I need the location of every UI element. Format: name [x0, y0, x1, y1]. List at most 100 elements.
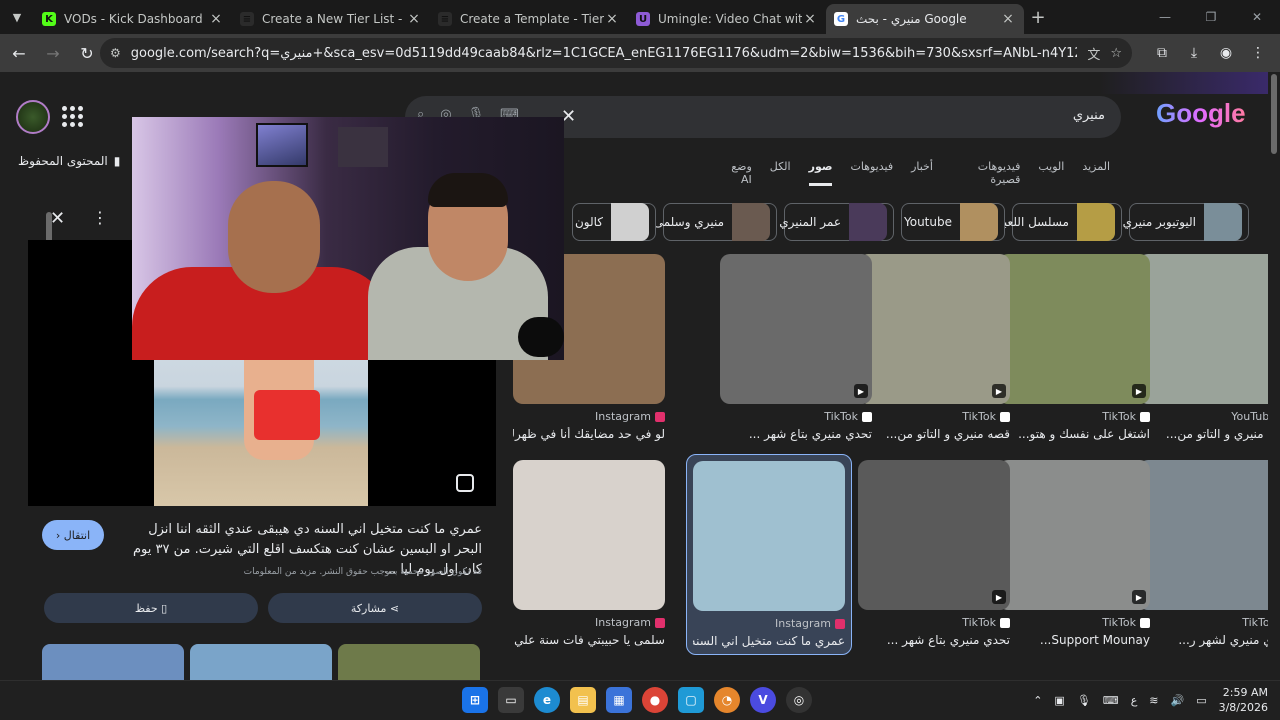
edge-icon[interactable]: e	[534, 687, 560, 713]
result-thumbnail: ▶	[720, 254, 872, 404]
result-thumbnail: ▶	[1138, 460, 1280, 610]
search-type-tabs: وضع AI الكل صور فيديوهات أخبار فيديوهات قصيرة…	[720, 160, 1110, 186]
tab-title: Create a Template - TierMaker	[460, 12, 604, 26]
address-bar[interactable]: ⚙ google.com/search?q=منيري+&sca_esv=0d5…	[100, 38, 1132, 68]
date: 3/8/2026	[1218, 701, 1268, 714]
clock[interactable]: 2:59 AM 3/8/2026	[1219, 685, 1268, 715]
tab-search-button[interactable]: ▼	[0, 0, 34, 34]
tab-close-icon[interactable]: ×	[406, 11, 422, 27]
related-chip[interactable]: عمر المنيري	[779, 203, 894, 241]
keyboard-icon[interactable]: ⌨	[1103, 694, 1119, 707]
source-name: TikTok	[962, 410, 996, 423]
wifi-icon[interactable]: ≋	[1149, 694, 1158, 707]
chip-thumbnail	[849, 203, 887, 241]
related-chip[interactable]: كالون	[572, 203, 656, 241]
related-chip[interactable]: منيري وسلمى	[654, 203, 777, 241]
app-icon[interactable]: ▢	[678, 687, 704, 713]
chrome-icon[interactable]: ●	[642, 687, 668, 713]
related-thumb[interactable]	[42, 644, 184, 680]
vpn-icon[interactable]: V	[750, 687, 776, 713]
translate-icon[interactable]: 文	[1087, 44, 1100, 63]
page-scrollbar[interactable]	[1268, 72, 1280, 680]
tab-close-icon[interactable]: ×	[208, 11, 224, 27]
image-result[interactable]: ▶ TikTok تحدي منيري لشهر ر...	[1138, 460, 1280, 647]
back-icon[interactable]: ←	[4, 38, 34, 68]
image-result[interactable]: Instagram سلمى يا حبيبتي فات سنة علي ...	[513, 460, 665, 647]
image-result[interactable]: ▶ TikTok تحدي منيري بتاع شهر ...	[858, 460, 1010, 647]
browser-tab[interactable]: ≡ Create a Template - TierMaker ×	[430, 4, 628, 34]
store-icon[interactable]: ▦	[606, 687, 632, 713]
download-icon[interactable]: ⤓	[1178, 38, 1210, 68]
menu-icon[interactable]: ⋮	[1242, 38, 1274, 68]
save-button[interactable]: حفظ ▯	[44, 593, 258, 623]
result-source: TikTok	[998, 616, 1150, 629]
chevron-up-icon[interactable]: ⌃	[1033, 694, 1042, 707]
reload-icon[interactable]: ↻	[72, 38, 102, 68]
tab-3[interactable]: فيديوهات	[850, 160, 893, 186]
tab-1[interactable]: الكل	[770, 160, 791, 186]
minimize-icon[interactable]: —	[1142, 0, 1188, 34]
source-icon	[862, 411, 872, 422]
image-result[interactable]: ▶ TikTok تحدي منيري بتاع شهر ...	[720, 254, 872, 441]
close-window-icon[interactable]: ✕	[1234, 0, 1280, 34]
tab-close-icon[interactable]: ×	[604, 11, 620, 27]
battery-icon[interactable]: ▭	[1196, 694, 1206, 707]
visit-button[interactable]: انتقال ‹	[42, 520, 104, 550]
search-input[interactable]: منيري	[1073, 108, 1105, 123]
browser-tab[interactable]: ≡ Create a New Tier List - TierMaker ×	[232, 4, 430, 34]
result-caption: سلمى يا حبيبتي فات سنة علي ...	[513, 633, 665, 647]
tab-close-icon[interactable]: ×	[802, 11, 818, 27]
extensions-icon[interactable]: ⧉	[1146, 38, 1178, 68]
apps-grid-icon[interactable]	[60, 104, 84, 128]
profile-icon[interactable]: ◉	[1210, 38, 1242, 68]
related-chip[interactable]: Youtube	[901, 203, 1005, 241]
copyright-notice[interactable]: قد تكون الصور محمية بموجب حقوق النشر. مز…	[244, 567, 482, 577]
maximize-icon[interactable]: ❐	[1188, 0, 1234, 34]
image-result[interactable]: ▶ YouTube قصه منيري و التاتو من...	[1138, 254, 1280, 441]
tab-6[interactable]: الويب	[1038, 160, 1064, 186]
browser-tab[interactable]: G منيري - بحث Google ×	[826, 4, 1024, 34]
chip-thumbnail	[611, 203, 649, 241]
language-indicator[interactable]: ع	[1131, 694, 1138, 707]
task-view-icon[interactable]: ▭	[498, 687, 524, 713]
tab-7[interactable]: المزيد	[1082, 160, 1110, 186]
time: 2:59 AM	[1222, 686, 1268, 699]
tab-favicon-icon: U	[636, 12, 650, 26]
tab-close-icon[interactable]: ×	[1000, 11, 1016, 27]
play-icon: ▶	[854, 384, 868, 398]
image-result[interactable]: ▶ TikTok اشتغل على نفسك و هتو...	[998, 254, 1150, 441]
tab-2[interactable]: صور	[808, 160, 833, 186]
start-icon[interactable]: ⊞	[462, 687, 488, 713]
bookmark-star-icon[interactable]: ☆	[1110, 46, 1122, 61]
tab-5[interactable]: فيديوهات قصيرة	[951, 160, 1021, 186]
share-icon: ⋖	[389, 601, 400, 615]
visual-search-icon[interactable]	[456, 474, 474, 492]
obs-icon[interactable]: ◎	[786, 687, 812, 713]
close-icon[interactable]: ✕	[50, 208, 65, 229]
related-chip[interactable]: مسلسل اللعبة	[997, 203, 1122, 241]
image-result[interactable]: ▶ TikTok Support Mounay...	[998, 460, 1150, 647]
volume-icon[interactable]: 🔊	[1170, 694, 1184, 707]
image-result[interactable]: Instagram عمري ما كنت متخيل اني السنه...	[686, 454, 852, 655]
google-logo[interactable]: Google	[1156, 98, 1246, 129]
related-chip[interactable]: اليوتيوبر منيري	[1123, 203, 1249, 241]
related-thumb[interactable]	[338, 644, 480, 680]
saved-content-link[interactable]: المحتوى المحفوظ ▮	[18, 154, 120, 168]
more-options-icon[interactable]: ⋮	[92, 208, 108, 227]
site-info-icon[interactable]: ⚙	[110, 46, 121, 60]
tab-4[interactable]: أخبار	[911, 160, 933, 186]
related-thumb[interactable]	[190, 644, 332, 680]
browser-tab[interactable]: U Umingle: Video Chat with Strangers ×	[628, 4, 826, 34]
mic-tray-icon[interactable]: 🎙	[1077, 694, 1091, 707]
new-tab-button[interactable]: +	[1024, 7, 1052, 28]
result-caption: عمري ما كنت متخيل اني السنه...	[693, 634, 845, 648]
image-result[interactable]: ▶ TikTok قصه منيري و التاتو من...	[858, 254, 1010, 441]
tab-0[interactable]: وضع AI	[720, 160, 752, 186]
forward-icon[interactable]: →	[38, 38, 68, 68]
avatar[interactable]	[16, 100, 50, 134]
tray-app-icon[interactable]: ▣	[1054, 694, 1064, 707]
browser-tab[interactable]: K VODs - Kick Dashboard ×	[34, 4, 232, 34]
app-icon[interactable]: ◔	[714, 687, 740, 713]
share-button[interactable]: مشاركة ⋖	[268, 593, 482, 623]
file-explorer-icon[interactable]: ▤	[570, 687, 596, 713]
